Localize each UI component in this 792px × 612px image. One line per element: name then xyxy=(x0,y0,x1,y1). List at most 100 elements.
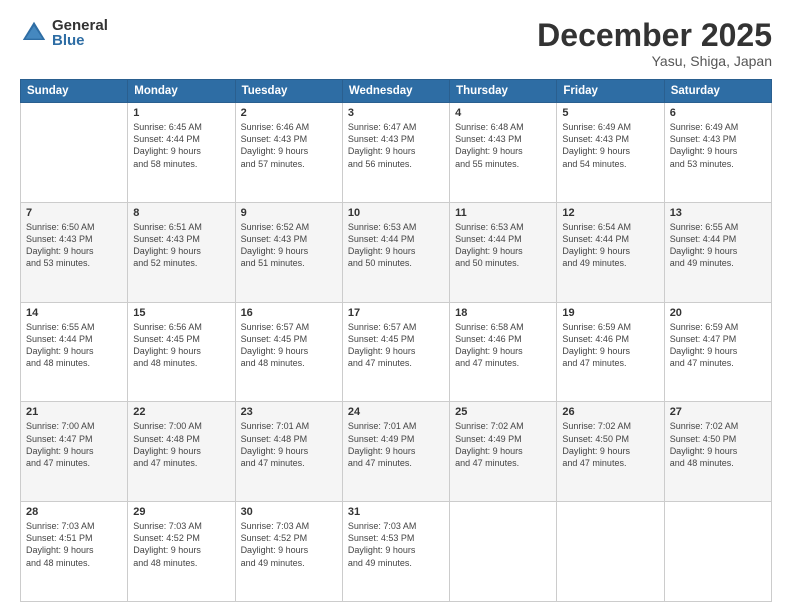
logo-text: General Blue xyxy=(52,18,108,48)
day-info: Sunrise: 7:03 AM Sunset: 4:52 PM Dayligh… xyxy=(241,520,337,569)
day-info: Sunrise: 7:02 AM Sunset: 4:50 PM Dayligh… xyxy=(670,420,766,469)
day-info: Sunrise: 6:58 AM Sunset: 4:46 PM Dayligh… xyxy=(455,321,551,370)
calendar-cell: 3Sunrise: 6:47 AM Sunset: 4:43 PM Daylig… xyxy=(342,103,449,203)
day-info: Sunrise: 6:45 AM Sunset: 4:44 PM Dayligh… xyxy=(133,121,229,170)
calendar-cell: 25 Sunrise: 7:02 AM Sunset: 4:49 PM Dayli… xyxy=(450,402,557,502)
day-info: Sunrise: 6:59 AM Sunset: 4:46 PM Dayligh… xyxy=(562,321,658,370)
day-number: 26 xyxy=(562,406,658,418)
calendar-body: 1 Sunrise: 6:45 AM Sunset: 4:44 PM Daylig… xyxy=(21,103,772,602)
day-number: 2 xyxy=(241,107,337,119)
day-number: 12 xyxy=(562,207,658,219)
calendar-cell xyxy=(21,103,128,203)
day-info: Sunrise: 7:00 AM Sunset: 4:48 PM Dayligh… xyxy=(133,420,229,469)
day-info: Sunrise: 6:49 AM Sunset: 4:43 PM Dayligh… xyxy=(670,121,766,170)
weekday-header-sunday: Sunday xyxy=(21,80,128,103)
day-info: Sunrise: 6:56 AM Sunset: 4:45 PM Dayligh… xyxy=(133,321,229,370)
logo-icon xyxy=(20,19,48,47)
location-title: Yasu, Shiga, Japan xyxy=(537,53,772,69)
calendar-cell xyxy=(557,502,664,602)
day-number: 23 xyxy=(241,406,337,418)
weekday-header-row: SundayMondayTuesdayWednesdayThursdayFrid… xyxy=(21,80,772,103)
calendar-cell: 26 Sunrise: 7:02 AM Sunset: 4:50 PM Dayli… xyxy=(557,402,664,502)
day-info: Sunrise: 7:03 AM Sunset: 4:51 PM Dayligh… xyxy=(26,520,122,569)
weekday-header-friday: Friday xyxy=(557,80,664,103)
day-number: 20 xyxy=(670,307,766,319)
day-number: 15 xyxy=(133,307,229,319)
day-info: Sunrise: 6:55 AM Sunset: 4:44 PM Dayligh… xyxy=(670,221,766,270)
logo-blue-text: Blue xyxy=(52,33,108,48)
day-info: Sunrise: 6:47 AM Sunset: 4:43 PM Dayligh… xyxy=(348,121,444,170)
calendar-week-5: 28 Sunrise: 7:03 AM Sunset: 4:51 PM Dayli… xyxy=(21,502,772,602)
day-number: 13 xyxy=(670,207,766,219)
calendar-cell: 30 Sunrise: 7:03 AM Sunset: 4:52 PM Dayli… xyxy=(235,502,342,602)
calendar-week-4: 21 Sunrise: 7:00 AM Sunset: 4:47 PM Dayli… xyxy=(21,402,772,502)
logo: General Blue xyxy=(20,18,108,48)
day-number: 18 xyxy=(455,307,551,319)
calendar-cell xyxy=(664,502,771,602)
weekday-header-wednesday: Wednesday xyxy=(342,80,449,103)
day-info: Sunrise: 7:02 AM Sunset: 4:49 PM Dayligh… xyxy=(455,420,551,469)
calendar-cell: 23 Sunrise: 7:01 AM Sunset: 4:48 PM Dayli… xyxy=(235,402,342,502)
day-number: 25 xyxy=(455,406,551,418)
day-number: 21 xyxy=(26,406,122,418)
day-info: Sunrise: 6:55 AM Sunset: 4:44 PM Dayligh… xyxy=(26,321,122,370)
calendar-header: SundayMondayTuesdayWednesdayThursdayFrid… xyxy=(21,80,772,103)
day-info: Sunrise: 6:50 AM Sunset: 4:43 PM Dayligh… xyxy=(26,221,122,270)
calendar-cell: 19 Sunrise: 6:59 AM Sunset: 4:46 PM Dayli… xyxy=(557,302,664,402)
header: General Blue December 2025 Yasu, Shiga, … xyxy=(20,18,772,69)
calendar-week-2: 7 Sunrise: 6:50 AM Sunset: 4:43 PM Daylig… xyxy=(21,202,772,302)
day-number: 6 xyxy=(670,107,766,119)
day-info: Sunrise: 6:57 AM Sunset: 4:45 PM Dayligh… xyxy=(241,321,337,370)
day-number: 19 xyxy=(562,307,658,319)
day-number: 7 xyxy=(26,207,122,219)
calendar-cell: 29Sunrise: 7:03 AM Sunset: 4:52 PM Dayli… xyxy=(128,502,235,602)
calendar-cell: 11Sunrise: 6:53 AM Sunset: 4:44 PM Dayli… xyxy=(450,202,557,302)
calendar-cell: 13 Sunrise: 6:55 AM Sunset: 4:44 PM Dayli… xyxy=(664,202,771,302)
calendar-week-1: 1 Sunrise: 6:45 AM Sunset: 4:44 PM Daylig… xyxy=(21,103,772,203)
calendar-cell: 20 Sunrise: 6:59 AM Sunset: 4:47 PM Dayli… xyxy=(664,302,771,402)
day-info: Sunrise: 6:52 AM Sunset: 4:43 PM Dayligh… xyxy=(241,221,337,270)
day-info: Sunrise: 6:54 AM Sunset: 4:44 PM Dayligh… xyxy=(562,221,658,270)
day-number: 31 xyxy=(348,506,444,518)
calendar-cell: 1 Sunrise: 6:45 AM Sunset: 4:44 PM Daylig… xyxy=(128,103,235,203)
day-number: 1 xyxy=(133,107,229,119)
calendar-cell xyxy=(450,502,557,602)
day-number: 24 xyxy=(348,406,444,418)
calendar-cell: 2Sunrise: 6:46 AM Sunset: 4:43 PM Daylig… xyxy=(235,103,342,203)
day-number: 22 xyxy=(133,406,229,418)
day-number: 28 xyxy=(26,506,122,518)
calendar-cell: 21 Sunrise: 7:00 AM Sunset: 4:47 PM Dayli… xyxy=(21,402,128,502)
calendar-cell: 15 Sunrise: 6:56 AM Sunset: 4:45 PM Dayli… xyxy=(128,302,235,402)
day-info: Sunrise: 7:02 AM Sunset: 4:50 PM Dayligh… xyxy=(562,420,658,469)
calendar-cell: 7 Sunrise: 6:50 AM Sunset: 4:43 PM Daylig… xyxy=(21,202,128,302)
calendar-cell: 27 Sunrise: 7:02 AM Sunset: 4:50 PM Dayli… xyxy=(664,402,771,502)
day-info: Sunrise: 6:48 AM Sunset: 4:43 PM Dayligh… xyxy=(455,121,551,170)
weekday-header-saturday: Saturday xyxy=(664,80,771,103)
calendar-table: SundayMondayTuesdayWednesdayThursdayFrid… xyxy=(20,79,772,602)
weekday-header-thursday: Thursday xyxy=(450,80,557,103)
day-number: 27 xyxy=(670,406,766,418)
weekday-header-monday: Monday xyxy=(128,80,235,103)
day-info: Sunrise: 7:01 AM Sunset: 4:49 PM Dayligh… xyxy=(348,420,444,469)
day-info: Sunrise: 6:53 AM Sunset: 4:44 PM Dayligh… xyxy=(348,221,444,270)
day-info: Sunrise: 6:57 AM Sunset: 4:45 PM Dayligh… xyxy=(348,321,444,370)
day-number: 17 xyxy=(348,307,444,319)
calendar-cell: 14Sunrise: 6:55 AM Sunset: 4:44 PM Dayli… xyxy=(21,302,128,402)
calendar-cell: 8Sunrise: 6:51 AM Sunset: 4:43 PM Daylig… xyxy=(128,202,235,302)
day-number: 16 xyxy=(241,307,337,319)
day-number: 8 xyxy=(133,207,229,219)
calendar-cell: 24 Sunrise: 7:01 AM Sunset: 4:49 PM Dayli… xyxy=(342,402,449,502)
month-title: December 2025 xyxy=(537,18,772,53)
calendar-cell: 31Sunrise: 7:03 AM Sunset: 4:53 PM Dayli… xyxy=(342,502,449,602)
title-block: December 2025 Yasu, Shiga, Japan xyxy=(537,18,772,69)
day-info: Sunrise: 7:00 AM Sunset: 4:47 PM Dayligh… xyxy=(26,420,122,469)
calendar-cell: 22 Sunrise: 7:00 AM Sunset: 4:48 PM Dayli… xyxy=(128,402,235,502)
calendar-cell: 16 Sunrise: 6:57 AM Sunset: 4:45 PM Dayli… xyxy=(235,302,342,402)
day-info: Sunrise: 6:59 AM Sunset: 4:47 PM Dayligh… xyxy=(670,321,766,370)
day-info: Sunrise: 6:53 AM Sunset: 4:44 PM Dayligh… xyxy=(455,221,551,270)
day-number: 30 xyxy=(241,506,337,518)
day-info: Sunrise: 7:01 AM Sunset: 4:48 PM Dayligh… xyxy=(241,420,337,469)
day-number: 9 xyxy=(241,207,337,219)
calendar-cell: 6 Sunrise: 6:49 AM Sunset: 4:43 PM Daylig… xyxy=(664,103,771,203)
calendar-week-3: 14Sunrise: 6:55 AM Sunset: 4:44 PM Dayli… xyxy=(21,302,772,402)
